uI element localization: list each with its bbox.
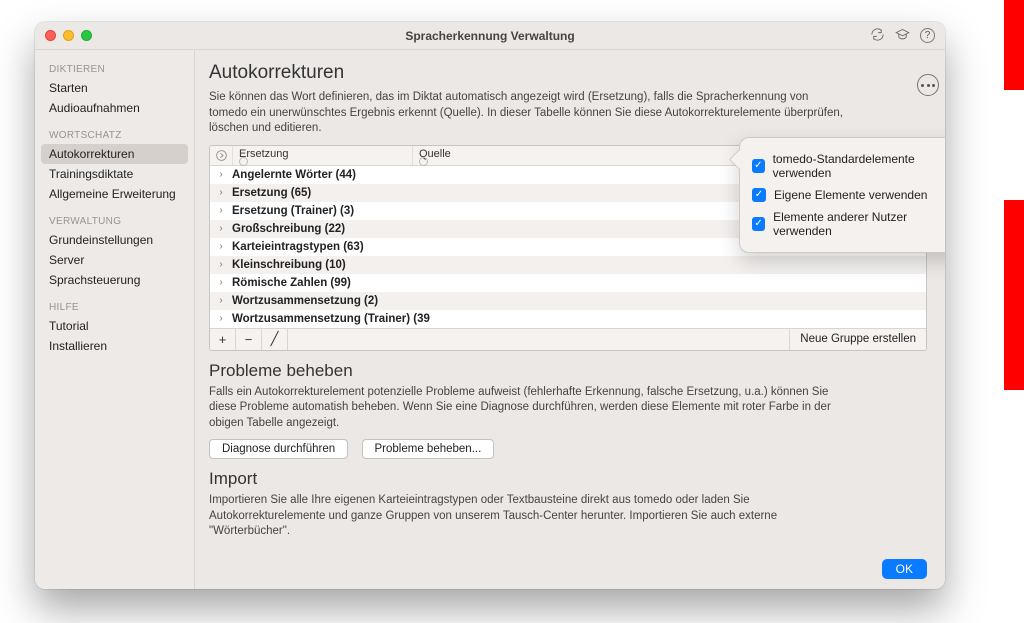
row-label: Römische Zahlen (99) bbox=[232, 277, 351, 289]
table-row[interactable]: ›Kleinschreibung (10) bbox=[210, 256, 926, 274]
checkbox-standard[interactable]: ✓ tomedo-Standardelemente verwenden bbox=[752, 148, 945, 184]
table-row[interactable]: ›Römische Zahlen (99) bbox=[210, 274, 926, 292]
problems-description: Falls ein Autokorrekturelement potenziel… bbox=[209, 385, 849, 432]
sidebar-item[interactable]: Trainingsdiktate bbox=[35, 164, 194, 184]
chevron-right-icon: › bbox=[210, 259, 232, 270]
sidebar-group-header: VERWALTUNG bbox=[35, 212, 194, 230]
diagnose-button[interactable]: Diagnose durchführen bbox=[209, 439, 348, 459]
sidebar-item[interactable]: Server bbox=[35, 250, 194, 270]
row-label: Angelernte Wörter (44) bbox=[232, 169, 356, 181]
table-row[interactable]: ›Wortzusammensetzung (2) bbox=[210, 292, 926, 310]
chevron-right-icon: › bbox=[210, 295, 232, 306]
app-window: Spracherkennung Verwaltung ? DIKTIERENSt… bbox=[35, 22, 945, 589]
sidebar-item[interactable]: Tutorial bbox=[35, 316, 194, 336]
add-button[interactable]: + bbox=[210, 329, 236, 350]
filter-popover: ✓ tomedo-Standardelemente verwenden ✓ Ei… bbox=[739, 137, 945, 253]
sidebar-item[interactable]: Sprachsteuerung bbox=[35, 270, 194, 290]
row-label: Ersetzung (Trainer) (3) bbox=[232, 205, 354, 217]
remove-button[interactable]: − bbox=[236, 329, 262, 350]
chevron-right-icon: › bbox=[210, 187, 232, 198]
sidebar-item[interactable]: Installieren bbox=[35, 336, 194, 356]
check-icon: ✓ bbox=[752, 217, 765, 231]
window-title: Spracherkennung Verwaltung bbox=[35, 29, 945, 43]
chevron-right-icon: › bbox=[210, 241, 232, 252]
main-content: Autokorrekturen Sie können das Wort defi… bbox=[195, 50, 945, 589]
sidebar-group-header: WORTSCHATZ bbox=[35, 126, 194, 144]
ok-button[interactable]: OK bbox=[882, 559, 927, 579]
sidebar-group-header: HILFE bbox=[35, 298, 194, 316]
row-label: Wortzusammensetzung (Trainer) (39 bbox=[232, 313, 430, 325]
import-heading: Import bbox=[209, 469, 927, 489]
decoration bbox=[1004, 0, 1024, 90]
edit-button[interactable]: ╱ bbox=[262, 329, 288, 350]
chevron-right-icon: › bbox=[210, 205, 232, 216]
titlebar: Spracherkennung Verwaltung ? bbox=[35, 22, 945, 50]
checkbox-label: Eigene Elemente verwenden bbox=[774, 188, 927, 202]
column-header-ersetzung[interactable]: Ersetzung bbox=[232, 146, 412, 165]
sidebar-group-header: DIKTIEREN bbox=[35, 60, 194, 78]
expand-all-icon[interactable] bbox=[210, 149, 232, 162]
row-label: Karteieintragstypen (63) bbox=[232, 241, 364, 253]
import-description: Importieren Sie alle Ihre eigenen Kartei… bbox=[209, 493, 849, 540]
row-label: Ersetzung (65) bbox=[232, 187, 311, 199]
chevron-right-icon: › bbox=[210, 313, 232, 324]
check-icon: ✓ bbox=[752, 188, 766, 202]
row-label: Großschreibung (22) bbox=[232, 223, 345, 235]
new-group-button[interactable]: Neue Gruppe erstellen bbox=[789, 329, 926, 350]
decoration bbox=[1004, 200, 1024, 390]
checkbox-label: Elemente anderer Nutzer verwenden bbox=[773, 210, 945, 238]
chevron-right-icon: › bbox=[210, 277, 232, 288]
checkbox-own[interactable]: ✓ Eigene Elemente verwenden bbox=[752, 184, 945, 206]
table-footer: + − ╱ Neue Gruppe erstellen bbox=[210, 328, 926, 350]
sidebar-item[interactable]: Starten bbox=[35, 78, 194, 98]
sidebar-item[interactable]: Audioaufnahmen bbox=[35, 98, 194, 118]
section-heading: Autokorrekturen bbox=[209, 62, 927, 84]
check-icon: ✓ bbox=[752, 159, 765, 173]
more-menu-button[interactable] bbox=[917, 74, 939, 96]
problems-heading: Probleme beheben bbox=[209, 361, 927, 381]
checkbox-label: tomedo-Standardelemente verwenden bbox=[773, 152, 945, 180]
chevron-right-icon: › bbox=[210, 223, 232, 234]
chevron-right-icon: › bbox=[210, 169, 232, 180]
row-label: Kleinschreibung (10) bbox=[232, 259, 346, 271]
fix-problems-button[interactable]: Probleme beheben... bbox=[362, 439, 495, 459]
sidebar: DIKTIERENStartenAudioaufnahmen WORTSCHATZ… bbox=[35, 50, 195, 589]
row-label: Wortzusammensetzung (2) bbox=[232, 295, 378, 307]
section-description: Sie können das Wort definieren, das im D… bbox=[209, 90, 849, 137]
sidebar-item[interactable]: Autokorrekturen bbox=[41, 144, 188, 164]
sidebar-item[interactable]: Allgemeine Erweiterung bbox=[35, 184, 194, 204]
checkbox-others[interactable]: ✓ Elemente anderer Nutzer verwenden bbox=[752, 206, 945, 242]
column-header-quelle[interactable]: Quelle^ bbox=[412, 146, 766, 165]
sidebar-item[interactable]: Grundeinstellungen bbox=[35, 230, 194, 250]
table-row[interactable]: ›Wortzusammensetzung (Trainer) (39 bbox=[210, 310, 926, 328]
